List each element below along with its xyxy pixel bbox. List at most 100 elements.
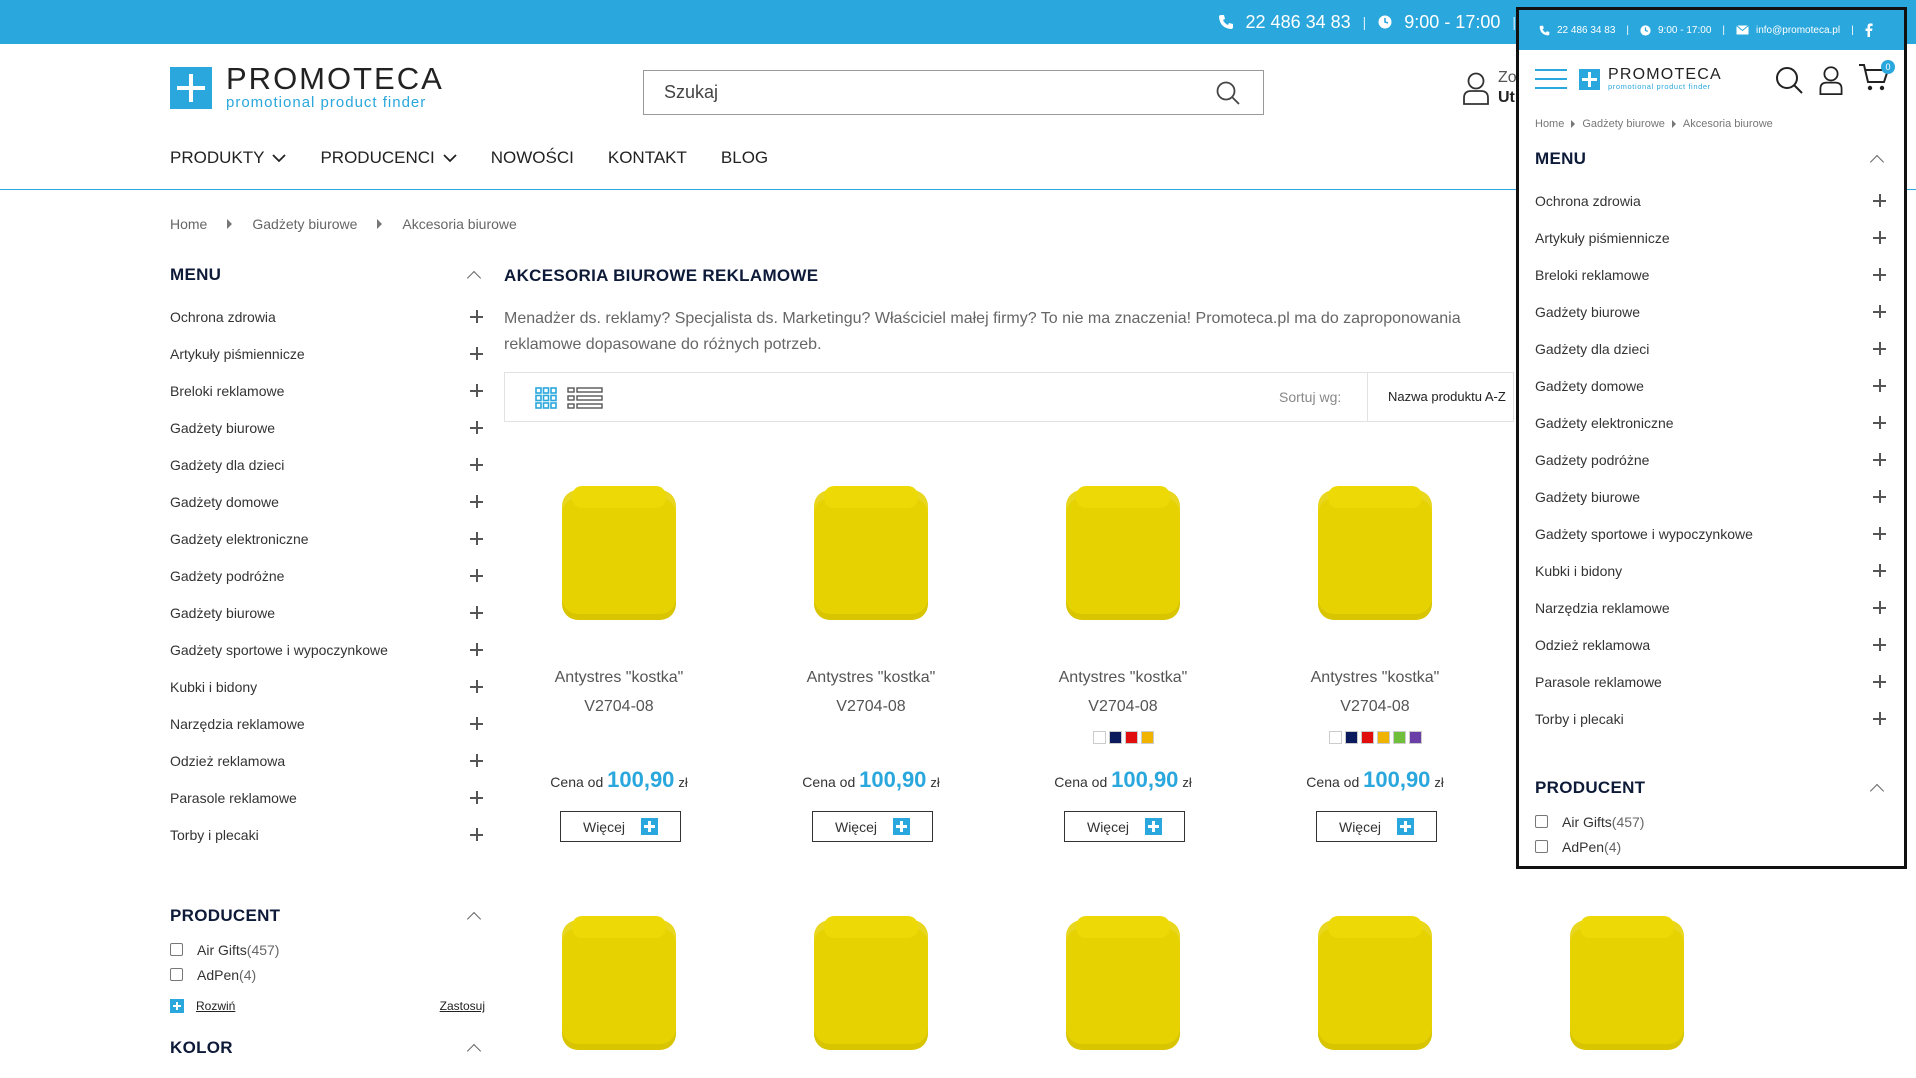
user-icon[interactable] [1818,65,1844,95]
product-image[interactable] [562,486,676,620]
product-image[interactable] [814,486,928,620]
checkbox[interactable] [1535,815,1548,828]
plus-icon[interactable] [1873,527,1886,540]
color-swatch[interactable] [1108,731,1122,744]
plus-icon[interactable] [1873,564,1886,577]
sort-select[interactable]: Nazwa produktu A-Z [1367,373,1515,421]
color-header[interactable]: KOLOR [170,1035,485,1061]
mobile-menu-header[interactable]: MENU [1535,146,1888,172]
category-item[interactable]: Gadżety domowe [1535,367,1888,404]
category-item[interactable]: Gadżety dla dzieci [170,446,485,483]
category-item[interactable]: Kubki i bidony [170,668,485,705]
more-button[interactable]: Więcej [560,811,681,842]
color-swatch[interactable] [1328,731,1342,744]
plus-icon[interactable] [1873,490,1886,503]
plus-icon[interactable] [470,754,483,767]
product-image[interactable] [1318,916,1432,1050]
plus-icon[interactable] [470,421,483,434]
plus-icon[interactable] [1873,416,1886,429]
category-item[interactable]: Gadżety elektroniczne [1535,404,1888,441]
category-item[interactable]: Gadżety dla dzieci [1535,330,1888,367]
account-area[interactable]: Zo Ut [1462,68,1517,108]
color-swatch[interactable] [1124,731,1138,744]
category-item[interactable]: Odzież reklamowa [170,742,485,779]
product-card[interactable]: Antystres "kostka" V2704-08 Cena od 100,… [504,475,734,855]
product-image[interactable] [562,916,676,1050]
category-item[interactable]: Gadżety elektroniczne [170,520,485,557]
plus-icon[interactable] [470,680,483,693]
chevron-up-icon[interactable] [1869,154,1885,170]
mobile-producer-header[interactable]: PRODUCENT [1535,775,1888,801]
more-button[interactable]: Więcej [812,811,933,842]
product-card[interactable] [1512,905,1742,1065]
more-button[interactable]: Więcej [1064,811,1185,842]
plus-icon[interactable] [1873,231,1886,244]
color-swatch[interactable] [1376,731,1390,744]
category-item[interactable]: Gadżety biurowe [1535,293,1888,330]
nav-producenci[interactable]: PRODUCENCI [320,148,457,168]
nav-nowosci[interactable]: NOWOŚCI [491,148,574,168]
more-button[interactable]: Więcej [1316,811,1437,842]
plus-icon[interactable] [470,606,483,619]
plus-icon[interactable] [1873,712,1886,725]
color-swatch[interactable] [1392,731,1406,744]
nav-blog[interactable]: BLOG [721,148,768,168]
cart[interactable]: 0 [1858,60,1895,97]
checkbox[interactable] [170,943,183,956]
category-item[interactable]: Gadżety domowe [170,483,485,520]
plus-icon[interactable] [1873,379,1886,392]
category-item[interactable]: Breloki reklamowe [1535,256,1888,293]
category-item[interactable]: Artykuły piśmiennicze [170,335,485,372]
product-image[interactable] [814,916,928,1050]
chevron-up-icon[interactable] [1869,783,1885,799]
breadcrumb-category[interactable]: Gadżety biurowe [252,216,357,232]
plus-icon[interactable] [1873,268,1886,281]
nav-produkty[interactable]: PRODUKTY [170,148,287,168]
category-item[interactable]: Parasole reklamowe [170,779,485,816]
plus-icon[interactable] [470,458,483,471]
category-item[interactable]: Ochrona zdrowia [1535,182,1888,219]
product-name[interactable]: Antystres "kostka" [1260,663,1490,692]
nav-kontakt[interactable]: KONTAKT [608,148,687,168]
category-item[interactable]: Breloki reklamowe [170,372,485,409]
plus-icon[interactable] [470,347,483,360]
category-item[interactable]: Parasole reklamowe [1535,663,1888,700]
category-item[interactable]: Gadżety podróżne [170,557,485,594]
plus-icon[interactable] [1873,342,1886,355]
chevron-up-icon[interactable] [466,270,482,286]
product-card[interactable]: Antystres "kostka" V2704-08 Cena od 100,… [1260,475,1490,855]
product-image[interactable] [1066,916,1180,1050]
search-icon[interactable] [1215,80,1241,106]
category-item[interactable]: Narzędzia reklamowe [1535,589,1888,626]
product-card[interactable]: Antystres "kostka" V2704-08 Cena od 100,… [1008,475,1238,855]
plus-icon[interactable] [470,717,483,730]
category-item[interactable]: Odzież reklamowa [1535,626,1888,663]
product-card[interactable] [1008,905,1238,1065]
category-item[interactable]: Kubki i bidony [1535,552,1888,589]
product-name[interactable]: Antystres "kostka" [756,663,986,692]
plus-icon[interactable] [1873,601,1886,614]
plus-icon[interactable] [1873,453,1886,466]
category-item[interactable]: Ochrona zdrowia [170,298,485,335]
category-item[interactable]: Gadżety biurowe [170,594,485,631]
phone-number[interactable]: 22 486 34 83 [1246,12,1351,33]
expand-link[interactable]: Rozwiń [170,999,235,1013]
plus-icon[interactable] [470,310,483,323]
plus-icon[interactable] [1873,675,1886,688]
hamburger-icon[interactable] [1535,69,1567,96]
producer-option[interactable]: AdPen(4) [1535,834,1888,859]
search-input[interactable] [644,71,1184,114]
producer-option[interactable]: Air Gifts(457) [1535,809,1888,834]
plus-icon[interactable] [1873,638,1886,651]
plus-icon[interactable] [470,828,483,841]
product-card[interactable]: Antystres "kostka" V2704-08 Cena od 100,… [756,475,986,855]
category-item[interactable]: Gadżety biurowe [170,409,485,446]
producer-option[interactable]: AdPen(4) [170,962,485,987]
plus-icon[interactable] [470,532,483,545]
color-swatch[interactable] [1092,731,1106,744]
user-icon[interactable] [1462,71,1490,105]
apply-link[interactable]: Zastosuj [440,999,485,1013]
product-card[interactable] [756,905,986,1065]
color-swatch[interactable] [1360,731,1374,744]
category-item[interactable]: Gadżety sportowe i wypoczynkowe [170,631,485,668]
